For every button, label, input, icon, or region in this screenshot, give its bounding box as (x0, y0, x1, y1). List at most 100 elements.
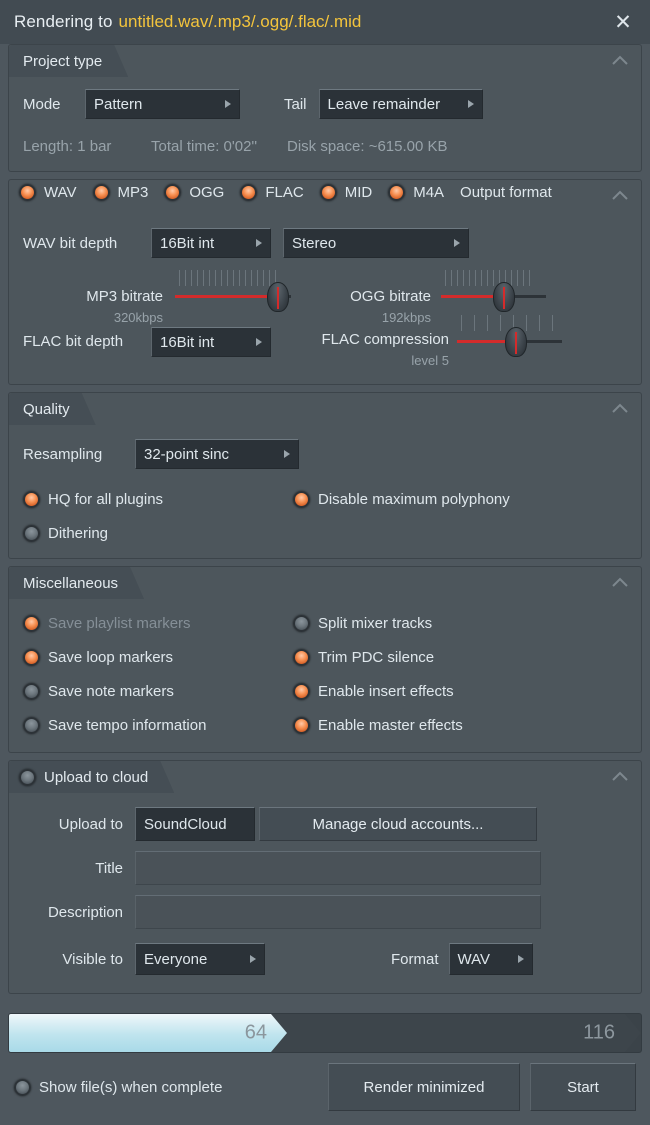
title-input[interactable] (135, 851, 541, 885)
flac-compression-slider[interactable] (457, 315, 562, 361)
option-dithering[interactable]: Dithering (23, 525, 108, 542)
chevron-up-icon[interactable] (611, 575, 629, 589)
visible-to-dropdown[interactable]: Everyone (135, 943, 265, 975)
format-dropdown[interactable]: WAV (448, 943, 533, 975)
slider-ticks (445, 270, 530, 288)
led-icon (293, 649, 310, 666)
chevron-right-icon (467, 100, 474, 108)
render-minimized-button[interactable]: Render minimized (328, 1063, 520, 1111)
option-enable-insert-effects[interactable]: Enable insert effects (293, 683, 454, 700)
chevron-right-icon (517, 955, 524, 963)
upload-cloud-body: Upload to SoundCloud Manage cloud accoun… (9, 793, 641, 993)
output-format-header: WAV MP3 OGG FLAC MID M4A Output format (9, 180, 641, 214)
flac-bit-depth-value: 16Bit int (160, 333, 215, 351)
led-icon (19, 184, 36, 201)
visible-to-label: Visible to (62, 950, 123, 968)
chevron-right-icon (256, 239, 262, 247)
dialog-body: Project type Mode Pattern Tail Leave rem… (0, 44, 650, 1005)
quality-tab[interactable]: Quality (9, 393, 96, 425)
flac-bit-depth-label: FLAC bit depth (23, 333, 124, 350)
option-hq-for-all-plugins[interactable]: HQ for all plugins (23, 491, 293, 508)
title-label: Title (95, 859, 123, 877)
slider-ticks (179, 270, 276, 288)
led-icon (23, 717, 40, 734)
description-input[interactable] (135, 895, 541, 929)
slider-knob[interactable] (267, 282, 289, 312)
chevron-right-icon (250, 955, 256, 963)
option-save-playlist-markers[interactable]: Save playlist markers (23, 615, 293, 632)
wav-bit-depth-label: WAV bit depth (23, 234, 118, 252)
tail-value: Leave remainder (327, 95, 441, 113)
chevron-up-icon[interactable] (611, 401, 629, 415)
format-toggle-mp3[interactable]: MP3 (92, 184, 148, 201)
option-save-loop-markers[interactable]: Save loop markers (23, 649, 293, 666)
wav-channels-dropdown[interactable]: Stereo (283, 228, 469, 258)
slider-fill (175, 295, 277, 298)
chevron-up-icon[interactable] (611, 53, 629, 67)
panel-project-type: Project type Mode Pattern Tail Leave rem… (8, 44, 642, 172)
option-label: Dithering (48, 525, 109, 542)
wav-bit-depth-value: 16Bit int (160, 234, 215, 252)
flac-compression-label: FLAC compression (321, 331, 449, 348)
page-title: Rendering to (14, 12, 113, 31)
mp3-bitrate-slider[interactable] (175, 270, 291, 316)
mode-dropdown[interactable]: Pattern (85, 89, 240, 119)
slider-knob[interactable] (493, 282, 515, 312)
option-enable-master-effects[interactable]: Enable master effects (293, 717, 463, 734)
wav-bit-depth-dropdown[interactable]: 16Bit int (151, 228, 271, 258)
format-toggle-m4a[interactable]: M4A (388, 184, 444, 201)
option-show-files-when-complete[interactable]: Show file(s) when complete (14, 1078, 222, 1096)
mode-value: Pattern (94, 95, 143, 113)
chevron-up-icon[interactable] (611, 188, 629, 202)
option-label: Save playlist markers (48, 615, 191, 632)
led-icon (23, 649, 40, 666)
option-save-note-markers[interactable]: Save note markers (23, 683, 293, 700)
title-bar: Rendering to untitled.wav/.mp3/.ogg/.fla… (0, 0, 650, 44)
project-type-tab[interactable]: Project type (9, 45, 128, 77)
option-label: Trim PDC silence (318, 649, 435, 666)
flac-bit-depth-dropdown[interactable]: 16Bit int (151, 327, 271, 357)
slider-knob[interactable] (505, 327, 527, 357)
option-split-mixer-tracks[interactable]: Split mixer tracks (293, 615, 432, 632)
format-toggle-wav[interactable]: WAV (19, 184, 77, 201)
panel-output-format: WAV MP3 OGG FLAC MID M4A Output format W… (8, 179, 642, 385)
resampling-label: Resampling (23, 445, 103, 463)
option-label: Save tempo information (48, 717, 207, 734)
upload-to-label: Upload to (58, 815, 123, 833)
option-save-tempo-information[interactable]: Save tempo information (23, 717, 293, 734)
close-icon[interactable]: ✕ (610, 9, 636, 35)
format-toggle-flac[interactable]: FLAC (240, 184, 304, 201)
led-icon (92, 184, 110, 201)
ogg-bitrate-slider[interactable] (441, 270, 546, 316)
resampling-dropdown[interactable]: 32-point sinc (135, 439, 299, 469)
panel-miscellaneous: Miscellaneous Save playlist markers Spli… (8, 566, 642, 753)
format-label-m4a: M4A (413, 184, 445, 201)
render-progress-bar[interactable]: 64 116 (8, 1013, 642, 1053)
upload-to-dropdown[interactable]: SoundCloud (135, 807, 255, 841)
manage-cloud-accounts-button[interactable]: Manage cloud accounts... (259, 807, 537, 841)
start-button[interactable]: Start (530, 1063, 636, 1111)
total-time-info: Total time: 0'02'' (151, 138, 258, 155)
miscellaneous-header: Miscellaneous (9, 567, 641, 599)
option-label: Split mixer tracks (318, 615, 433, 632)
chevron-right-icon (454, 239, 460, 247)
quality-tab-label: Quality (23, 400, 70, 418)
panel-quality: Quality Resampling 32-point sinc HQ for … (8, 392, 642, 559)
led-icon (293, 491, 310, 508)
project-type-tab-label: Project type (23, 52, 103, 70)
format-toggle-mid[interactable]: MID (319, 184, 372, 201)
wav-channels-value: Stereo (292, 234, 337, 252)
option-trim-pdc-silence[interactable]: Trim PDC silence (293, 649, 434, 666)
led-icon[interactable] (19, 769, 36, 786)
option-disable-maximum-polyphony[interactable]: Disable maximum polyphony (293, 491, 510, 508)
led-icon (293, 615, 310, 632)
chevron-up-icon[interactable] (611, 769, 629, 783)
upload-cloud-header: Upload to cloud (9, 761, 641, 793)
description-label: Description (47, 903, 123, 921)
progress-right-value: 116 (583, 1021, 615, 1044)
led-icon (388, 184, 406, 201)
format-toggle-ogg[interactable]: OGG (164, 184, 224, 201)
upload-cloud-tab[interactable]: Upload to cloud (9, 761, 174, 793)
tail-dropdown[interactable]: Leave remainder (318, 89, 483, 119)
miscellaneous-tab[interactable]: Miscellaneous (9, 567, 144, 599)
